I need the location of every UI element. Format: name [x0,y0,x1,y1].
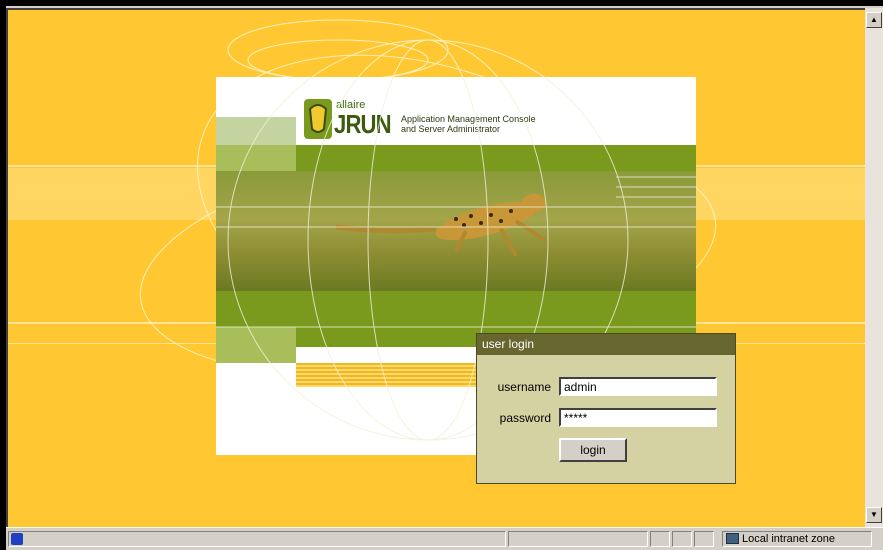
zone-text: Local intranet zone [742,533,835,545]
password-label: password [499,411,551,425]
status-pane [650,531,670,547]
login-title: user login [477,334,735,355]
password-input[interactable]: ***** [559,408,717,427]
page-viewport: allaire JRUN Application Management Cons… [6,8,865,527]
username-input[interactable]: admin [559,377,717,396]
status-message-pane [8,531,506,547]
ie-page-icon [11,533,23,545]
scroll-down-icon[interactable]: ▼ [866,507,882,523]
zone-pane: Local intranet zone [722,531,872,547]
intranet-zone-icon [726,533,739,544]
scroll-up-icon[interactable]: ▲ [866,12,882,28]
login-button[interactable]: login [559,438,627,462]
vertical-scrollbar[interactable]: ▲ ▼ [865,8,883,527]
browser-window: allaire JRUN Application Management Cons… [6,6,883,550]
status-pane [672,531,692,547]
status-pane [508,531,648,547]
username-label: username [497,380,551,394]
status-bar: Local intranet zone [6,527,883,550]
status-pane [694,531,714,547]
login-dialog: user login username admin password *****… [476,333,736,484]
